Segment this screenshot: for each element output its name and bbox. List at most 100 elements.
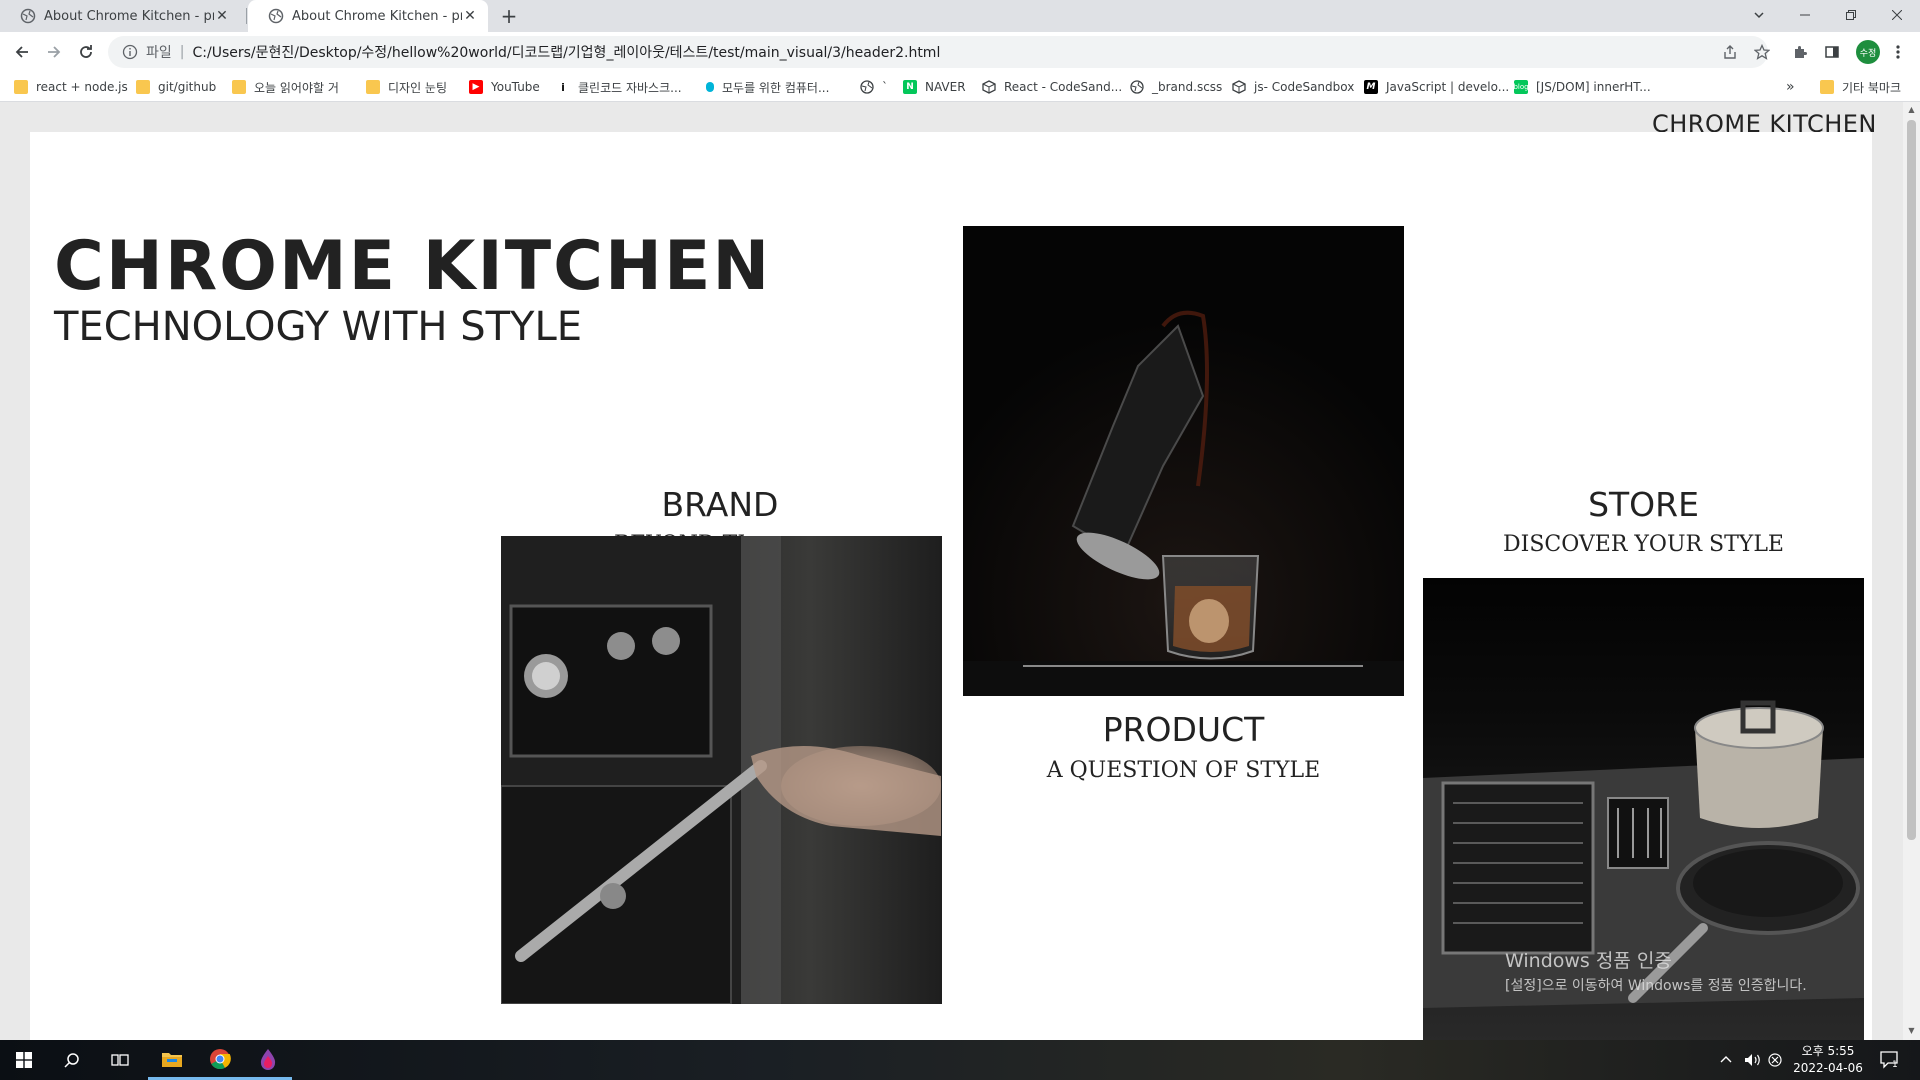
bookmark-label: 기타 북마크 (1842, 80, 1902, 95)
globe-icon (268, 8, 284, 24)
side-panel-icon[interactable] (1820, 40, 1844, 64)
scroll-down-icon[interactable]: ▼ (1907, 1026, 1916, 1035)
globe-icon (20, 8, 36, 24)
bookmark-label: NAVER (925, 80, 966, 94)
youtube-icon: ▶ (469, 80, 483, 94)
bookmark-label: git/github (158, 80, 217, 94)
product-heading[interactable]: PRODUCT (963, 710, 1404, 749)
vertical-scrollbar[interactable]: ▲ ▼ (1903, 102, 1920, 1040)
bookmark-label: JavaScript | develo... (1386, 80, 1510, 94)
url-separator: | (179, 44, 185, 60)
close-window-icon[interactable] (1874, 0, 1920, 30)
bookmark-folder[interactable]: react + node.js (14, 78, 128, 96)
browser-toolbar: 파일 | C:/Users/문현진/Desktop/수정/hellow%20wo… (0, 32, 1920, 72)
bookmark-codesandbox[interactable]: js- CodeSandbox (1232, 78, 1354, 96)
notification-center-icon[interactable]: 1 (1880, 1040, 1902, 1080)
chrome-icon[interactable] (196, 1040, 244, 1080)
folder-icon (232, 80, 246, 94)
windows-start-icon[interactable] (0, 1040, 48, 1080)
activation-line-2: [설정]으로 이동하여 Windows를 정품 인증합니다. (1505, 978, 1807, 994)
forward-arrow-icon[interactable] (42, 40, 66, 64)
bookmark-star-icon[interactable] (1750, 40, 1774, 64)
bookmark-codesandbox[interactable]: React - CodeSand... (982, 78, 1122, 96)
app-drop-icon[interactable] (244, 1040, 292, 1080)
store-heading[interactable]: STORE (1423, 485, 1864, 524)
new-tab-button[interactable]: + (497, 4, 521, 28)
bookmarks-bar: react + node.js git/github 오늘 읽어야할 거 디자인… (0, 72, 1920, 102)
tab-active[interactable]: About Chrome Kitchen - product ✕ (248, 0, 488, 32)
back-arrow-icon[interactable] (10, 40, 34, 64)
bookmark-folder[interactable]: git/github (136, 78, 216, 96)
bookmark-naver[interactable]: N NAVER (903, 78, 966, 96)
bookmark-youtube[interactable]: ▶ YouTube (469, 78, 540, 96)
volume-icon[interactable] (1744, 1040, 1762, 1080)
taskbar-clock[interactable]: 오후 5:55 2022-04-06 (1788, 1043, 1868, 1077)
globe-icon (1130, 80, 1144, 94)
file-explorer-icon[interactable] (148, 1040, 196, 1080)
address-bar[interactable]: 파일 | C:/Users/문현진/Desktop/수정/hellow%20wo… (108, 36, 1768, 68)
task-view-icon[interactable] (96, 1040, 144, 1080)
other-bookmarks-folder[interactable]: 기타 북마크 (1820, 78, 1901, 96)
search-icon[interactable] (48, 1040, 96, 1080)
main-visual-panel: CHROME KITCHEN TECHNOLOGY WITH STYLE BRA… (30, 132, 1872, 1040)
store-tagline: DISCOVER YOUR STYLE (1503, 532, 1784, 557)
product-coffee-image[interactable] (963, 226, 1404, 696)
bookmark-label: _brand.scss (1152, 80, 1223, 94)
minimize-icon[interactable] (1782, 0, 1828, 30)
url-scheme-label: 파일 (146, 45, 172, 61)
bookmark-label: js- CodeSandbox (1254, 80, 1355, 94)
clock-date: 2022-04-06 (1793, 1061, 1863, 1075)
folder-icon (1820, 80, 1834, 94)
tab-search-chevron-icon[interactable] (1736, 0, 1782, 30)
close-icon[interactable]: ✕ (462, 8, 478, 24)
product-tagline: A QUESTION OF STYLE (1046, 758, 1321, 783)
globe-icon (860, 80, 874, 94)
codesandbox-icon (982, 80, 996, 94)
activation-line-1: Windows 정품 인증 (1505, 950, 1672, 972)
windows-activation-watermark: Windows 정품 인증 [설정]으로 이동하여 Windows를 정품 인증… (1505, 946, 1807, 995)
bookmark-folder[interactable]: 오늘 읽어야할 거 (232, 78, 339, 96)
hero-subtitle: TECHNOLOGY WITH STYLE (54, 304, 583, 350)
extensions-puzzle-icon[interactable] (1788, 40, 1812, 64)
network-disconnected-icon[interactable] (1768, 1040, 1782, 1080)
tab-inactive[interactable]: About Chrome Kitchen - product ✕ (0, 0, 240, 32)
scroll-up-icon[interactable]: ▲ (1907, 105, 1916, 114)
bookmark-label: 모두를 위한 컴퓨터... (722, 80, 830, 95)
bookmark-blog[interactable]: blog [JS/DOM] innerHT... (1513, 78, 1651, 96)
kebab-menu-icon[interactable] (1886, 40, 1910, 64)
bookmark-folder[interactable]: 디자인 눈팅 (366, 78, 447, 96)
brand-heading[interactable]: BRAND (500, 485, 940, 524)
url-text[interactable]: C:/Users/문현진/Desktop/수정/hellow%20world/디… (192, 42, 940, 62)
tab-title: About Chrome Kitchen - product (292, 8, 462, 24)
close-icon[interactable]: ✕ (214, 8, 230, 24)
bookmark-label: 클린코드 자바스크... (578, 80, 682, 95)
page-icon: i (556, 80, 570, 94)
oven-photo (501, 536, 942, 1004)
bookmark-mdn[interactable]: M JavaScript | develo... (1364, 78, 1509, 96)
info-icon[interactable] (122, 44, 138, 60)
windows-taskbar: 오후 5:55 2022-04-06 1 (0, 1040, 1920, 1080)
bookmarks-overflow-button[interactable]: » (1786, 78, 1795, 96)
page-icon (706, 82, 714, 92)
coffee-photo (963, 226, 1404, 696)
reload-icon[interactable] (74, 40, 98, 64)
bookmark-label: ` (882, 80, 888, 94)
clock-time: 오후 5:55 (1801, 1044, 1855, 1058)
restore-icon[interactable] (1828, 0, 1874, 30)
bookmark-link[interactable]: 모두를 위한 컴퓨터... (706, 78, 829, 96)
bookmark-label: [JS/DOM] innerHT... (1536, 80, 1651, 94)
bookmark-link[interactable]: _brand.scss (1130, 78, 1222, 96)
tab-divider (246, 8, 247, 24)
tray-chevron-icon[interactable] (1720, 1040, 1732, 1080)
bookmark-label: 오늘 읽어야할 거 (254, 80, 339, 95)
share-icon[interactable] (1718, 40, 1742, 64)
bookmark-label: 디자인 눈팅 (388, 80, 448, 95)
bookmark-link[interactable]: i 클린코드 자바스크... (556, 78, 682, 96)
brand-oven-image[interactable] (501, 536, 942, 1004)
bookmark-link[interactable]: ` (860, 78, 888, 96)
bookmark-label: react + node.js (36, 80, 128, 94)
folder-icon (366, 80, 380, 94)
blog-icon: blog (1513, 80, 1529, 94)
scroll-thumb[interactable] (1907, 120, 1916, 840)
profile-avatar[interactable]: 수정 (1856, 40, 1880, 64)
